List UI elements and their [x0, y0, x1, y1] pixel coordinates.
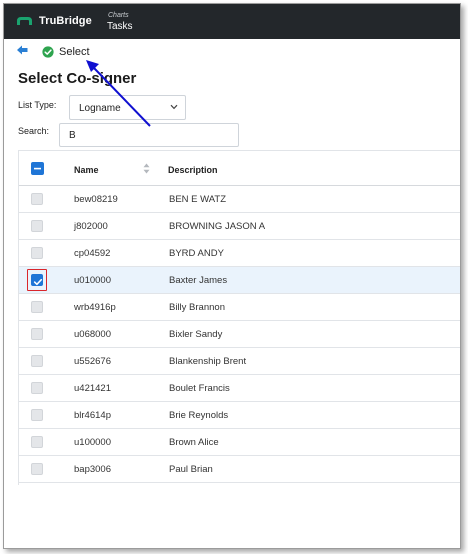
table-row[interactable]: u100000 Brown Alice — [19, 429, 460, 456]
cell-name: blr4614p — [74, 410, 111, 421]
table-row[interactable]: j802000 BROWNING JASON A — [19, 213, 460, 240]
page-title: Select Co-signer — [18, 70, 137, 87]
select-all-checkbox[interactable] — [31, 162, 44, 175]
cell-name: cp04592 — [74, 248, 111, 259]
search-label: Search: — [18, 126, 50, 136]
cell-name: u010000 — [74, 275, 111, 286]
row-checkbox[interactable] — [31, 355, 43, 367]
cell-name: j802000 — [74, 221, 108, 232]
toolbar: Select — [4, 41, 460, 63]
row-checkbox[interactable] — [31, 193, 43, 205]
table-row[interactable]: cp04592 BYRD ANDY — [19, 240, 460, 267]
table-row[interactable]: bew08219 BEN E WATZ — [19, 186, 460, 213]
list-type-label: List Type: — [18, 100, 57, 110]
cell-description: Paul Brian — [169, 464, 213, 475]
row-checkbox[interactable] — [31, 409, 43, 421]
row-checkbox[interactable] — [31, 382, 43, 394]
select-button[interactable]: Select — [42, 43, 90, 61]
table-row[interactable]: u421421 Boulet Francis — [19, 375, 460, 402]
chevron-down-icon — [170, 104, 178, 110]
sort-icon[interactable] — [143, 163, 150, 174]
cell-description: Brown Alice — [169, 437, 219, 448]
app-window: TruBridge Charts Tasks Select Select Co-… — [3, 3, 461, 549]
cell-name: wrb4916p — [74, 302, 116, 313]
table-row[interactable]: u010000 Baxter James — [19, 267, 460, 294]
table-row[interactable]: bap3006 Paul Brian — [19, 456, 460, 483]
cell-description: BEN E WATZ — [169, 194, 226, 205]
column-header-description[interactable]: Description — [168, 165, 218, 175]
trubridge-logo-icon — [17, 17, 32, 25]
green-check-circle-icon — [42, 46, 54, 58]
cell-description: BYRD ANDY — [169, 248, 224, 259]
list-type-value: Logname — [79, 103, 121, 114]
cell-description: Blankenship Brent — [169, 356, 247, 367]
table-row[interactable]: wrb4916p Billy Brannon — [19, 294, 460, 321]
row-checkbox[interactable] — [31, 274, 43, 286]
row-checkbox[interactable] — [31, 436, 43, 448]
cosigner-table: Name Description bew08219 BEN E WATZ j8020… — [18, 150, 460, 485]
checkmark-icon — [33, 278, 43, 286]
table-row[interactable]: u552676 Blankenship Brent — [19, 348, 460, 375]
search-input[interactable] — [59, 123, 239, 147]
nav-tasks-label[interactable]: Tasks — [107, 21, 133, 32]
row-checkbox[interactable] — [31, 301, 43, 313]
cell-name: u421421 — [74, 383, 111, 394]
back-arrow-icon[interactable] — [17, 45, 28, 55]
nav-charts-label[interactable]: Charts — [108, 12, 129, 19]
row-checkbox[interactable] — [31, 247, 43, 259]
table-header: Name Description — [19, 151, 460, 186]
cell-description: BROWNING JASON A — [169, 221, 266, 232]
top-nav-bar: TruBridge Charts Tasks — [4, 4, 460, 39]
column-header-name[interactable]: Name — [74, 165, 99, 175]
cell-description: Bixler Sandy — [169, 329, 223, 340]
row-checkbox[interactable] — [31, 463, 43, 475]
cell-description: Baxter James — [169, 275, 228, 286]
cell-name: u068000 — [74, 329, 111, 340]
row-checkbox[interactable] — [31, 220, 43, 232]
cell-name: bew08219 — [74, 194, 118, 205]
cell-name: bap3006 — [74, 464, 111, 475]
list-type-dropdown[interactable]: Logname — [69, 95, 186, 120]
app-logo-text: TruBridge — [39, 15, 92, 27]
cell-description: Boulet Francis — [169, 383, 230, 394]
select-button-label: Select — [59, 46, 90, 58]
cell-name: u100000 — [74, 437, 111, 448]
cell-description: Brie Reynolds — [169, 410, 229, 421]
row-checkbox[interactable] — [31, 328, 43, 340]
table-row[interactable]: u068000 Bixler Sandy — [19, 321, 460, 348]
cell-name: u552676 — [74, 356, 111, 367]
cell-description: Billy Brannon — [169, 302, 225, 313]
table-row[interactable]: blr4614p Brie Reynolds — [19, 402, 460, 429]
minus-icon — [34, 167, 41, 170]
